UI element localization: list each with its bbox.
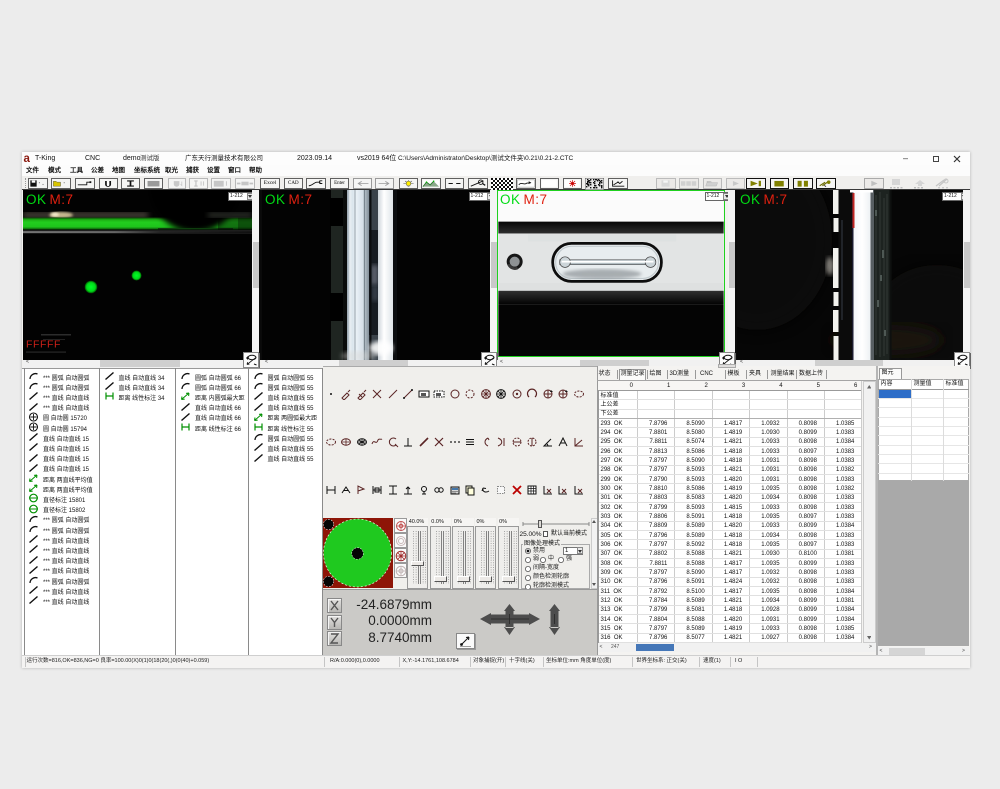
svg-text:FFFFF: FFFFF — [26, 339, 61, 351]
